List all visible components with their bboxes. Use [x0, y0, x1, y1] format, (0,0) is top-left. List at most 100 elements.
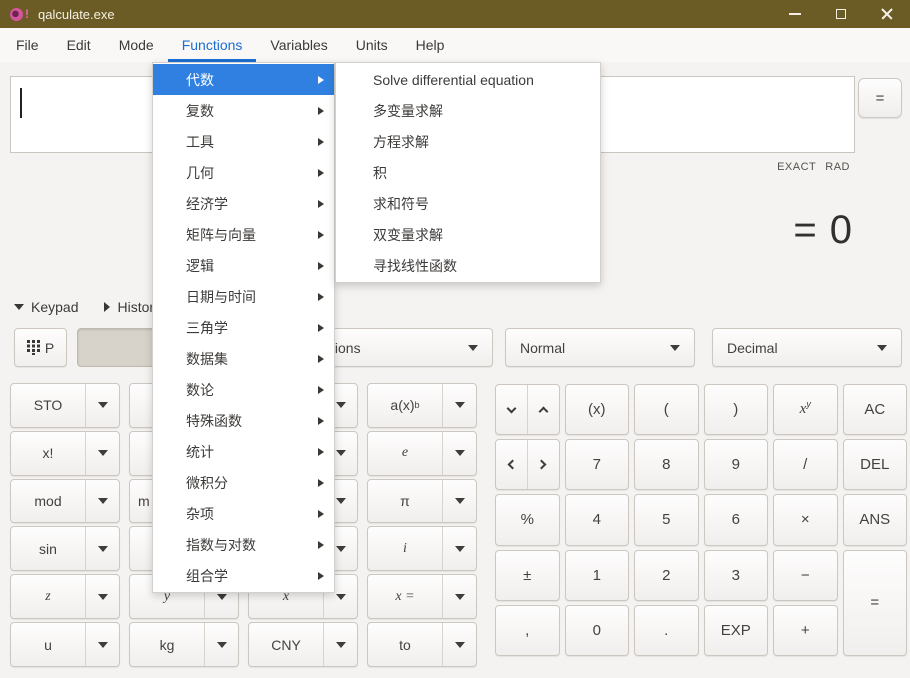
key-factorial[interactable]: x!: [10, 430, 120, 476]
key-del[interactable]: DEL: [842, 439, 907, 491]
menubar-item-help[interactable]: Help: [402, 28, 459, 62]
key-digit-4[interactable]: 4: [564, 494, 629, 546]
functions-menu-item-6[interactable]: 逻辑: [153, 250, 334, 281]
functions-menu-item-9[interactable]: 数据集: [153, 343, 334, 374]
maximize-button[interactable]: [818, 0, 864, 28]
key-scroll-up-down[interactable]: [495, 384, 560, 436]
dropdown-arrow-icon[interactable]: [442, 623, 476, 666]
dropdown-arrow-icon[interactable]: [442, 479, 476, 523]
dropdown-arrow-icon[interactable]: [442, 431, 476, 475]
up-chevron-button[interactable]: [526, 385, 559, 435]
key-digit-2[interactable]: 2: [634, 549, 699, 601]
functions-menu-item-7[interactable]: 日期与时间: [153, 281, 334, 312]
dropdown-arrow-icon[interactable]: [442, 384, 476, 427]
key-x-equals[interactable]: x =: [367, 574, 477, 620]
minimize-button[interactable]: [772, 0, 818, 28]
functions-menu-item-8[interactable]: 三角学: [153, 312, 334, 343]
keypad-mode-button[interactable]: P: [14, 328, 67, 367]
key-digit-8[interactable]: 8: [634, 439, 699, 491]
left-chevron-button[interactable]: [496, 440, 527, 489]
dropdown-arrow-icon[interactable]: [85, 575, 119, 619]
functions-menu-item-15[interactable]: 指数与对数: [153, 529, 334, 560]
functions-menu-item-0[interactable]: 代数: [153, 64, 334, 95]
algebra-submenu-item-0[interactable]: Solve differential equation: [336, 64, 600, 95]
menubar-item-functions[interactable]: Functions: [167, 28, 257, 62]
key-ac[interactable]: AC: [842, 384, 907, 436]
dropdown-arrow-icon[interactable]: [85, 527, 119, 571]
key-var-z[interactable]: z: [10, 574, 120, 620]
functions-menu-item-14[interactable]: 杂项: [153, 498, 334, 529]
key-ans[interactable]: ANS: [842, 494, 907, 546]
functions-menu-item-4[interactable]: 经济学: [153, 188, 334, 219]
key-divide[interactable]: /: [773, 439, 838, 491]
key-unit-kg[interactable]: kg: [129, 622, 239, 667]
right-chevron-button[interactable]: [526, 440, 559, 490]
keypad-expander[interactable]: Keypad: [14, 299, 78, 315]
dropdown-arrow-icon[interactable]: [442, 575, 476, 619]
key-digit-9[interactable]: 9: [703, 439, 768, 491]
display-mode-dropdown[interactable]: Normal: [505, 328, 695, 367]
functions-menu-item-12[interactable]: 统计: [153, 436, 334, 467]
key-paren-open[interactable]: (: [634, 384, 699, 436]
down-chevron-button[interactable]: [496, 385, 527, 434]
key-power-a-x-b[interactable]: a(x) b: [367, 383, 477, 428]
key-sto[interactable]: STO: [10, 383, 120, 428]
key-pi[interactable]: π: [367, 478, 477, 524]
key-plus-minus[interactable]: ±: [495, 549, 560, 601]
key-sin[interactable]: sin: [10, 526, 120, 572]
key-exp[interactable]: EXP: [703, 604, 768, 656]
key-digit-7[interactable]: 7: [564, 439, 629, 491]
functions-menu-item-13[interactable]: 微积分: [153, 467, 334, 498]
algebra-submenu-item-2[interactable]: 方程求解: [336, 126, 600, 157]
functions-menu-item-3[interactable]: 几何: [153, 157, 334, 188]
key-cursor-left-right[interactable]: [495, 439, 560, 491]
key-mod[interactable]: mod: [10, 478, 120, 524]
key-comma[interactable]: ,: [495, 604, 560, 656]
key-digit-1[interactable]: 1: [564, 549, 629, 601]
functions-menu-item-16[interactable]: 组合学: [153, 560, 334, 591]
key-percent[interactable]: %: [495, 494, 560, 546]
algebra-submenu-item-1[interactable]: 多变量求解: [336, 95, 600, 126]
number-base-dropdown[interactable]: Decimal: [712, 328, 902, 367]
key-unit-cny[interactable]: CNY: [248, 622, 358, 667]
dropdown-arrow-icon[interactable]: [85, 384, 119, 427]
key-to[interactable]: to: [367, 622, 477, 667]
key-plus[interactable]: +: [773, 604, 838, 656]
menubar-item-units[interactable]: Units: [342, 28, 402, 62]
functions-menu-item-2[interactable]: 工具: [153, 126, 334, 157]
key-power[interactable]: xy: [773, 384, 838, 436]
menubar-item-file[interactable]: File: [2, 28, 53, 62]
dropdown-arrow-icon[interactable]: [442, 527, 476, 571]
key-unit-u[interactable]: u: [10, 622, 120, 667]
key-digit-3[interactable]: 3: [703, 549, 768, 601]
dropdown-arrow-icon[interactable]: [85, 431, 119, 475]
functions-menu-item-1[interactable]: 复数: [153, 95, 334, 126]
key-decimal-point[interactable]: .: [634, 604, 699, 656]
menubar-item-mode[interactable]: Mode: [105, 28, 168, 62]
algebra-submenu-item-3[interactable]: 积: [336, 157, 600, 188]
algebra-submenu-item-4[interactable]: 求和符号: [336, 188, 600, 219]
key-x-function[interactable]: (x): [564, 384, 629, 436]
menubar-item-variables[interactable]: Variables: [256, 28, 341, 62]
key-digit-0[interactable]: 0: [564, 604, 629, 656]
dropdown-arrow-icon[interactable]: [204, 623, 238, 666]
key-paren-close[interactable]: ): [703, 384, 768, 436]
key-digit-5[interactable]: 5: [634, 494, 699, 546]
close-button[interactable]: [864, 0, 910, 28]
algebra-submenu-item-6[interactable]: 寻找线性函数: [336, 250, 600, 281]
key-equals[interactable]: =: [842, 549, 907, 656]
key-minus[interactable]: −: [773, 549, 838, 601]
dropdown-arrow-icon[interactable]: [323, 623, 357, 666]
algebra-submenu-item-5[interactable]: 双变量求解: [336, 219, 600, 250]
menubar-item-edit[interactable]: Edit: [53, 28, 105, 62]
key-imaginary-i[interactable]: i: [367, 526, 477, 572]
functions-menu-item-11[interactable]: 特殊函数: [153, 405, 334, 436]
dropdown-arrow-icon[interactable]: [85, 479, 119, 523]
key-digit-6[interactable]: 6: [703, 494, 768, 546]
calculate-button[interactable]: =: [858, 78, 902, 118]
dropdown-arrow-icon[interactable]: [85, 623, 119, 666]
key-multiply[interactable]: ×: [773, 494, 838, 546]
functions-menu-item-5[interactable]: 矩阵与向量: [153, 219, 334, 250]
key-e-constant[interactable]: e: [367, 430, 477, 476]
functions-menu-item-10[interactable]: 数论: [153, 374, 334, 405]
